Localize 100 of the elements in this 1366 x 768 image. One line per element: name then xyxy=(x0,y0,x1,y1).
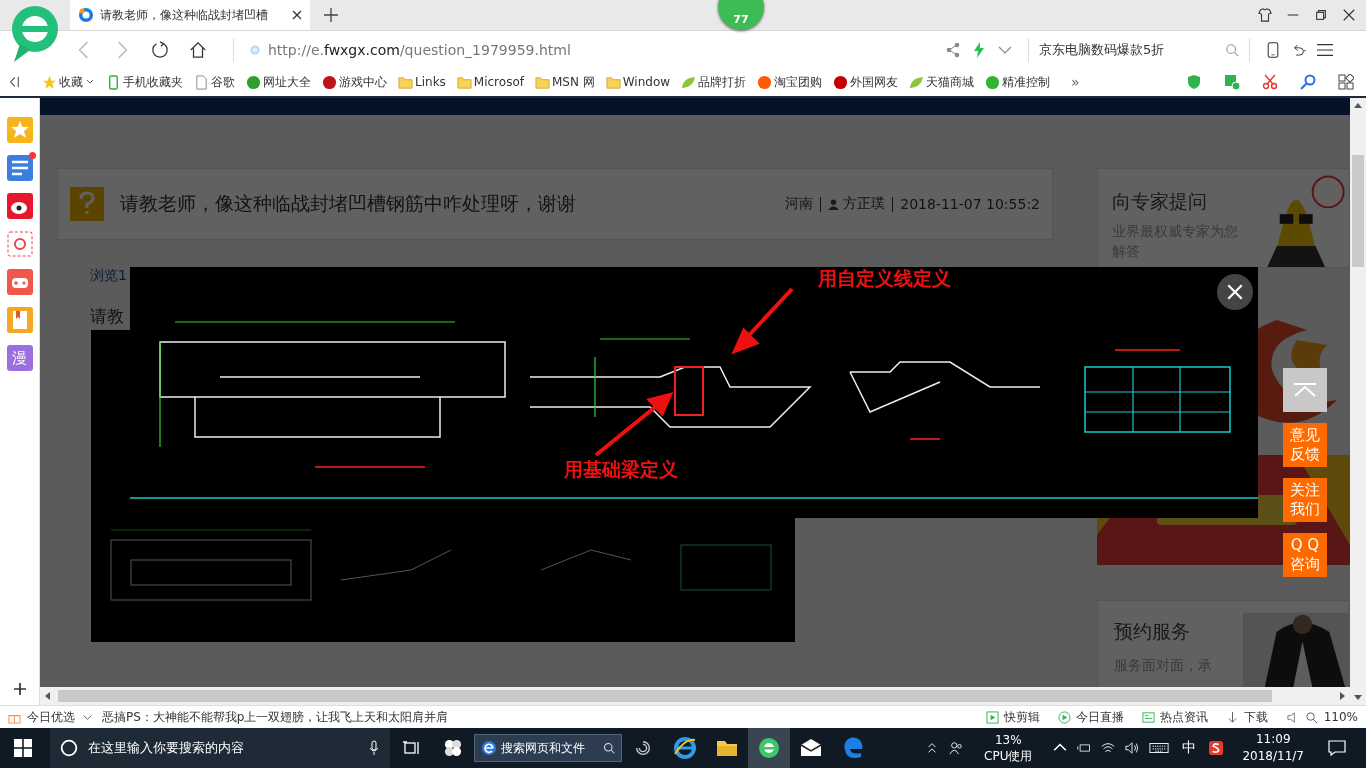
browser-icon xyxy=(481,740,497,756)
search-icon[interactable] xyxy=(1225,42,1239,57)
add-icon[interactable] xyxy=(13,683,26,695)
phone-icon xyxy=(106,74,121,90)
weibo-icon[interactable] xyxy=(6,193,33,219)
share-icon[interactable] xyxy=(945,41,961,58)
scissors-icon[interactable] xyxy=(1262,74,1278,90)
input-method-button[interactable]: 中 xyxy=(1182,739,1197,757)
phone-icon[interactable] xyxy=(1265,41,1281,58)
more-bookmarks-button[interactable]: » xyxy=(1071,74,1080,90)
apps-grid-icon[interactable] xyxy=(1338,74,1354,90)
secure-dot-icon xyxy=(250,44,260,55)
bookmark-link[interactable]: 外国网友 xyxy=(833,73,899,91)
news-feed-icon[interactable] xyxy=(6,155,33,181)
view-count: 浏览1 xyxy=(90,267,127,285)
question-mark-icon xyxy=(70,187,104,221)
microphone-icon[interactable] xyxy=(368,740,380,756)
reload-icon[interactable] xyxy=(151,40,169,59)
site-icon xyxy=(78,7,94,23)
new-tab-icon[interactable] xyxy=(324,8,338,22)
taskbar-app-button[interactable] xyxy=(748,728,790,768)
book-icon[interactable] xyxy=(6,307,33,333)
mail-icon[interactable] xyxy=(6,231,33,257)
volume-icon[interactable] xyxy=(1125,741,1140,755)
shield-icon[interactable] xyxy=(1186,74,1202,90)
arrow-up-icon xyxy=(1293,383,1317,397)
bookmark-link[interactable]: 天猫商城 xyxy=(909,73,975,91)
zoom-level[interactable]: 110% xyxy=(1323,710,1358,724)
wifi-icon[interactable] xyxy=(1101,741,1116,755)
bookmark-link[interactable]: 谷歌 xyxy=(194,73,235,91)
browser-tab[interactable]: 请教老师，像这种临战封堵凹槽 xyxy=(70,0,310,30)
scroll-left-icon[interactable] xyxy=(44,692,52,700)
cortana-icon xyxy=(60,739,78,757)
bookmark-link[interactable]: Microsof xyxy=(456,74,524,90)
leaf-icon xyxy=(681,74,697,90)
bookmark-link[interactable]: Window xyxy=(605,74,671,90)
status-bar-link[interactable]: 今日直播 xyxy=(1057,708,1124,726)
bookmark-link[interactable]: 品牌打折 xyxy=(681,73,747,91)
play-icon xyxy=(985,710,999,724)
bookmark-link[interactable]: 网址大全 xyxy=(246,73,311,91)
battery-icon[interactable] xyxy=(1077,741,1092,755)
leaf-icon xyxy=(909,74,925,90)
comic-button[interactable]: 漫 xyxy=(6,345,33,371)
zoom-icon[interactable] xyxy=(1304,710,1318,724)
news-headline-link[interactable]: 恶搞PS：大神能不能帮我p上一双翅膀，让我飞上天和太阳肩并肩 xyxy=(102,708,449,726)
taskbar-search-field[interactable]: 在这里输入你要搜索的内容 xyxy=(50,728,390,768)
page-icon xyxy=(194,74,209,90)
bookmark-link[interactable]: MSN 网 xyxy=(534,73,595,91)
home-icon[interactable] xyxy=(189,40,207,59)
cpu-usage-value: 13% xyxy=(994,732,1022,748)
folder-icon xyxy=(605,74,621,90)
question-title: 请教老师，像这种临战封堵凹槽钢筋中咋处理呀，谢谢 xyxy=(120,191,576,216)
close-tab-icon[interactable] xyxy=(292,10,302,20)
browser-icon xyxy=(757,736,781,760)
clock-time[interactable]: 11:09 xyxy=(1255,731,1291,748)
task-view-icon[interactable] xyxy=(402,739,420,757)
folder-icon xyxy=(456,74,472,90)
post-time: 2018-11-07 10:55:2 xyxy=(900,196,1040,212)
bookmark-link[interactable]: 游戏中心 xyxy=(322,73,387,91)
windows-start-icon[interactable] xyxy=(14,739,32,757)
address-field[interactable]: http://e.fwxgx.com/question_1979959.html xyxy=(233,37,940,62)
ie-browser-icon xyxy=(673,736,697,760)
scroll-right-icon[interactable] xyxy=(1338,692,1346,700)
scroll-down-icon[interactable] xyxy=(1354,693,1362,701)
bookmark-link[interactable]: 淘宝团购 xyxy=(757,73,823,91)
bookmark-link[interactable]: Links xyxy=(398,74,446,90)
expert-title: 向专家提问 xyxy=(1112,189,1208,214)
collapse-sidebar-icon[interactable] xyxy=(8,76,20,88)
web-search-field[interactable]: 搜索网页和文件 xyxy=(474,734,622,762)
region-text: 河南 xyxy=(785,195,814,213)
vertical-scrollbar-thumb[interactable] xyxy=(1352,155,1364,267)
today-picks-link[interactable]: 今日优选 xyxy=(27,708,75,726)
search-field[interactable]: 京东电脑数码爆款5折 xyxy=(1028,37,1250,62)
horizontal-scrollbar-thumb[interactable] xyxy=(58,690,1272,702)
skin-icon[interactable] xyxy=(1258,8,1272,22)
pinwheel-icon[interactable] xyxy=(444,739,462,757)
cpu-usage-label: CPU使用 xyxy=(984,748,1033,764)
status-bar-link[interactable]: 快剪辑 xyxy=(985,708,1040,726)
keyboard-icon[interactable] xyxy=(1149,741,1170,755)
people-icon[interactable] xyxy=(949,741,964,755)
game-icon[interactable] xyxy=(6,269,33,295)
bookmark-link[interactable]: 手机收藏夹 xyxy=(106,73,183,91)
star-icon xyxy=(42,74,57,90)
close-icon[interactable] xyxy=(1342,8,1356,22)
status-bar-link[interactable]: 热点资讯 xyxy=(1141,708,1208,726)
spiral-icon[interactable] xyxy=(634,739,652,757)
question-text: 请教 xyxy=(90,305,124,328)
sogou-icon[interactable] xyxy=(1209,741,1224,755)
bookmark-link[interactable]: 收藏 xyxy=(42,73,95,91)
menu-icon[interactable] xyxy=(1317,41,1333,58)
bookmark-link[interactable]: 精准控制 xyxy=(985,73,1051,91)
scroll-up-icon[interactable] xyxy=(1354,102,1362,110)
restore-icon[interactable] xyxy=(1314,8,1328,22)
news-icon xyxy=(1141,710,1155,724)
status-bar-link[interactable]: 下载 xyxy=(1225,708,1268,726)
notification-icon[interactable] xyxy=(1328,739,1346,757)
clock-date[interactable]: 2018/11/7 xyxy=(1242,748,1304,765)
translate-icon[interactable] xyxy=(1224,74,1240,90)
user-icon xyxy=(828,198,840,210)
search-icon[interactable] xyxy=(1300,74,1316,90)
